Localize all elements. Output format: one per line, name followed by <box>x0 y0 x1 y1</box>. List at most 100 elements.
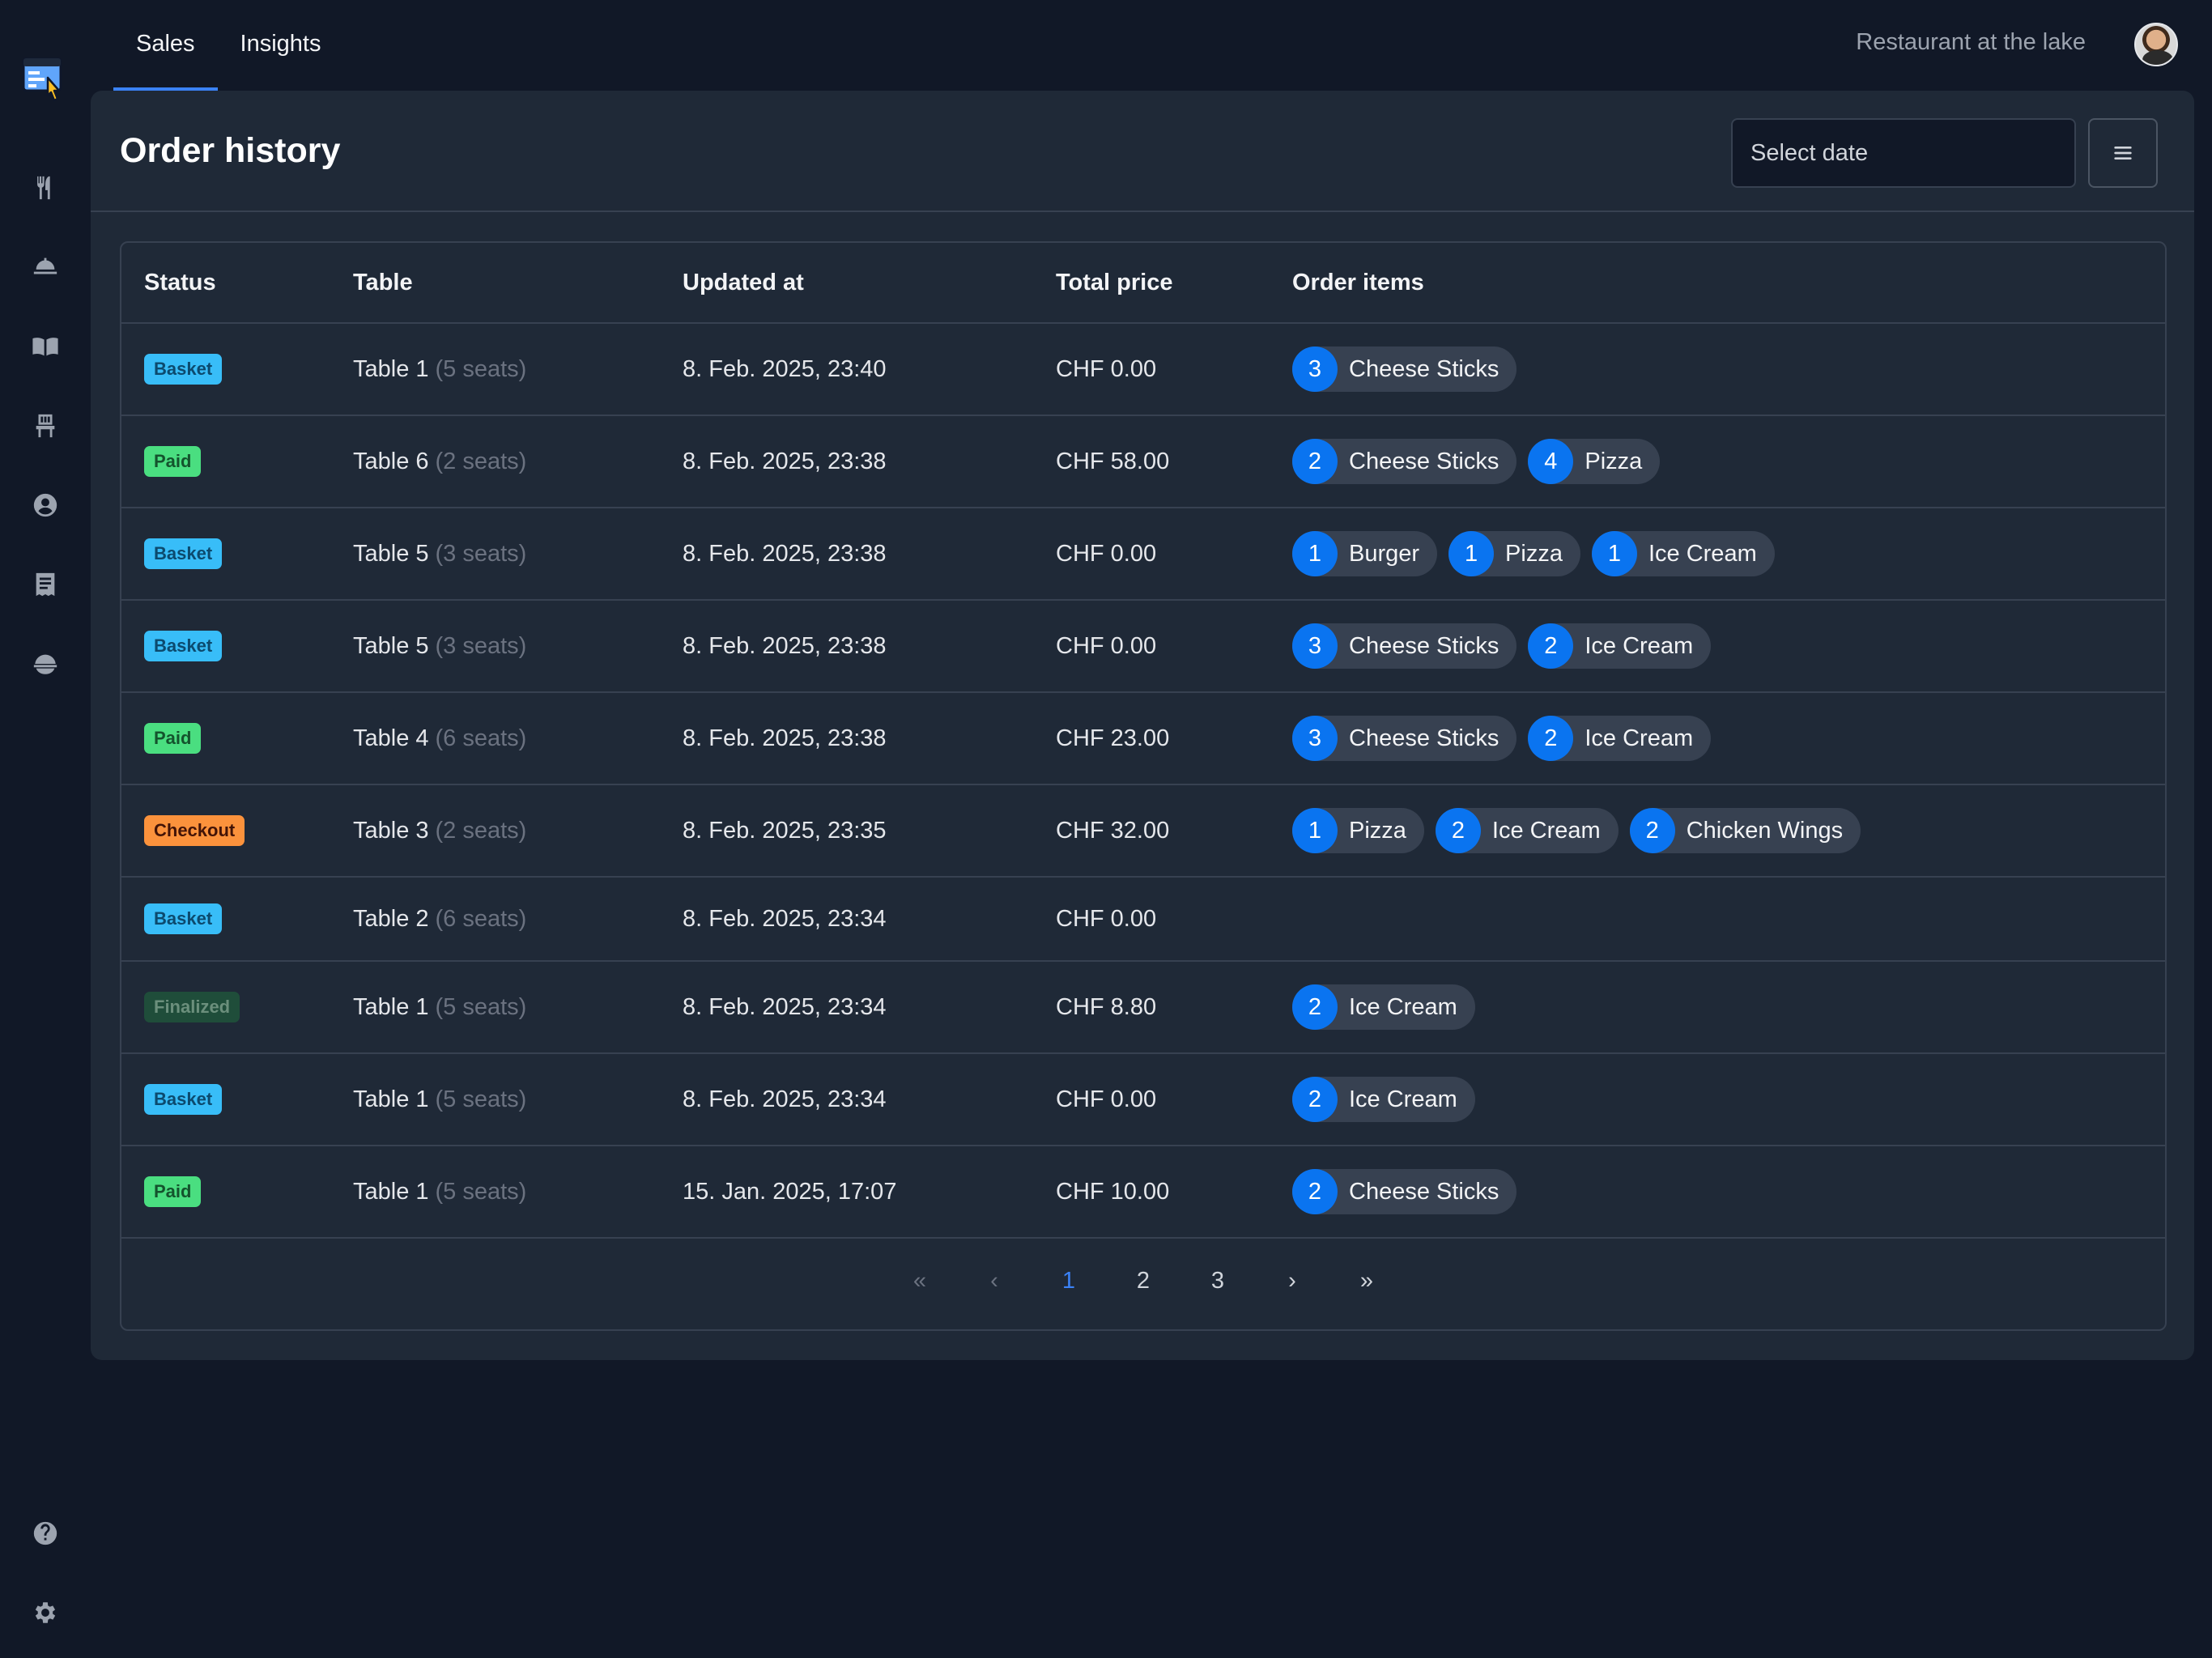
status-badge: Paid <box>144 446 202 477</box>
date-picker-input[interactable] <box>1731 118 2076 188</box>
table-seats: (3 seats) <box>435 540 527 567</box>
status-cell: Basket <box>144 1054 223 1145</box>
status-cell: Basket <box>144 878 223 960</box>
status-badge: Paid <box>144 723 202 754</box>
table-cell: Table 5 (3 seats) <box>353 508 526 599</box>
table-name: Table 1 <box>353 993 429 1020</box>
order-item-chip: 1 Ice Cream <box>1591 531 1775 576</box>
item-name: Ice Cream <box>1349 1086 1457 1112</box>
item-quantity: 3 <box>1292 623 1338 669</box>
page-button-3[interactable]: 3 <box>1180 1268 1255 1295</box>
table-seats: (6 seats) <box>435 725 527 751</box>
column-header-items[interactable]: Order items <box>1292 243 1424 322</box>
item-name: Cheese Sticks <box>1349 725 1499 751</box>
table-row[interactable]: Paid Table 1 (5 seats) 15. Jan. 2025, 17:07… <box>121 1146 2165 1239</box>
table-row[interactable]: Checkout Table 3 (2 seats) 8. Feb. 2025, 23… <box>121 785 2165 878</box>
app-logo-icon[interactable] <box>22 55 67 104</box>
table-seats: (2 seats) <box>435 448 527 474</box>
order-item-chip: 2 Cheese Sticks <box>1292 1169 1517 1214</box>
table-name: Table 1 <box>353 1086 429 1112</box>
total-price-cell: CHF 0.00 <box>1056 905 1157 932</box>
item-quantity: 3 <box>1292 346 1338 392</box>
sidebar <box>0 0 91 1658</box>
order-items-cell: 3 Cheese Sticks 2 Ice Cream <box>1292 601 1712 691</box>
last-page-button[interactable]: » <box>1329 1268 1404 1295</box>
status-cell: Paid <box>144 1146 202 1237</box>
order-item-chip: 3 Cheese Sticks <box>1292 346 1517 392</box>
updated-at-cell: 8. Feb. 2025, 23:34 <box>683 1086 887 1112</box>
table-row[interactable]: Basket Table 5 (3 seats) 8. Feb. 2025, 23:3… <box>121 601 2165 693</box>
status-badge: Checkout <box>144 815 245 846</box>
table-row[interactable]: Basket Table 1 (5 seats) 8. Feb. 2025, 23:4… <box>121 324 2165 416</box>
avatar[interactable] <box>2134 23 2178 66</box>
help-icon[interactable] <box>29 1517 62 1550</box>
table-seats: (6 seats) <box>435 905 527 932</box>
column-header-price[interactable]: Total price <box>1056 243 1173 322</box>
tab-sales[interactable]: Sales <box>113 0 218 91</box>
total-price-cell: CHF 32.00 <box>1056 817 1170 844</box>
item-quantity: 2 <box>1292 1077 1338 1122</box>
order-item-chip: 1 Pizza <box>1448 531 1580 576</box>
table-seats: (5 seats) <box>435 1178 527 1205</box>
table-cell: Table 3 (2 seats) <box>353 785 526 876</box>
receipt-icon[interactable] <box>29 568 62 601</box>
item-quantity: 2 <box>1292 1169 1338 1214</box>
column-header-table[interactable]: Table <box>353 243 413 322</box>
table-cell: Table 4 (6 seats) <box>353 693 526 784</box>
top-nav: Sales Insights <box>113 0 344 91</box>
user-circle-icon[interactable] <box>29 489 62 521</box>
total-price-cell: CHF 58.00 <box>1056 448 1170 474</box>
table-row[interactable]: Finalized Table 1 (5 seats) 8. Feb. 2025, 2… <box>121 962 2165 1054</box>
table-seats: (5 seats) <box>435 1086 527 1112</box>
order-items-cell: 3 Cheese Sticks <box>1292 324 1517 414</box>
order-item-chip: 2 Cheese Sticks <box>1292 439 1517 484</box>
item-quantity: 3 <box>1292 716 1338 761</box>
cutlery-icon[interactable] <box>29 172 62 204</box>
item-name: Cheese Sticks <box>1349 632 1499 659</box>
table-cell: Table 1 (5 seats) <box>353 962 526 1052</box>
updated-at-cell: 8. Feb. 2025, 23:34 <box>683 993 887 1020</box>
table-seats: (5 seats) <box>435 355 527 382</box>
updated-at-cell: 8. Feb. 2025, 23:40 <box>683 355 887 382</box>
page-button-1[interactable]: 1 <box>1032 1268 1106 1295</box>
first-page-button[interactable]: « <box>883 1268 957 1295</box>
order-history-panel: Order history Status Table Updated at To… <box>91 91 2194 1360</box>
item-name: Cheese Sticks <box>1349 355 1499 382</box>
item-quantity: 1 <box>1292 808 1338 853</box>
item-name: Ice Cream <box>1349 993 1457 1020</box>
column-header-updated[interactable]: Updated at <box>683 243 804 322</box>
chair-icon[interactable] <box>29 410 62 442</box>
table-row[interactable]: Paid Table 6 (2 seats) 8. Feb. 2025, 23:38 C… <box>121 416 2165 508</box>
next-page-button[interactable]: › <box>1255 1268 1329 1295</box>
table-seats: (5 seats) <box>435 993 527 1020</box>
settings-icon[interactable] <box>29 1596 62 1629</box>
tab-insights[interactable]: Insights <box>218 0 344 91</box>
status-badge: Finalized <box>144 992 240 1022</box>
status-badge: Paid <box>144 1176 202 1207</box>
previous-page-button[interactable]: ‹ <box>957 1268 1032 1295</box>
status-cell: Basket <box>144 508 223 599</box>
restaurant-name[interactable]: Restaurant at the lake <box>1856 29 2086 56</box>
item-quantity: 2 <box>1528 623 1574 669</box>
updated-at-cell: 8. Feb. 2025, 23:34 <box>683 905 887 932</box>
table-cell: Table 5 (3 seats) <box>353 601 526 691</box>
table-header: Status Table Updated at Total price Orde… <box>121 243 2165 324</box>
table-name: Table 6 <box>353 448 429 474</box>
order-item-chip: 2 Ice Cream <box>1292 984 1475 1030</box>
dish-cover-icon[interactable] <box>29 648 62 680</box>
column-header-status[interactable]: Status <box>144 243 216 322</box>
order-item-chip: 1 Burger <box>1292 531 1438 576</box>
table-row[interactable]: Paid Table 4 (6 seats) 8. Feb. 2025, 23:38 C… <box>121 693 2165 785</box>
status-badge: Basket <box>144 631 223 661</box>
page-button-2[interactable]: 2 <box>1106 1268 1180 1295</box>
order-item-chip: 1 Pizza <box>1292 808 1424 853</box>
item-name: Pizza <box>1505 540 1563 567</box>
total-price-cell: CHF 0.00 <box>1056 540 1157 567</box>
order-item-chip: 3 Cheese Sticks <box>1292 623 1517 669</box>
menu-button[interactable] <box>2088 118 2158 188</box>
table-row[interactable]: Basket Table 1 (5 seats) 8. Feb. 2025, 23:3… <box>121 1054 2165 1146</box>
table-row[interactable]: Basket Table 2 (6 seats) 8. Feb. 2025, 23:3… <box>121 878 2165 962</box>
service-bell-icon[interactable] <box>29 251 62 283</box>
menu-book-icon[interactable] <box>29 330 62 363</box>
table-row[interactable]: Basket Table 5 (3 seats) 8. Feb. 2025, 23:3… <box>121 508 2165 601</box>
